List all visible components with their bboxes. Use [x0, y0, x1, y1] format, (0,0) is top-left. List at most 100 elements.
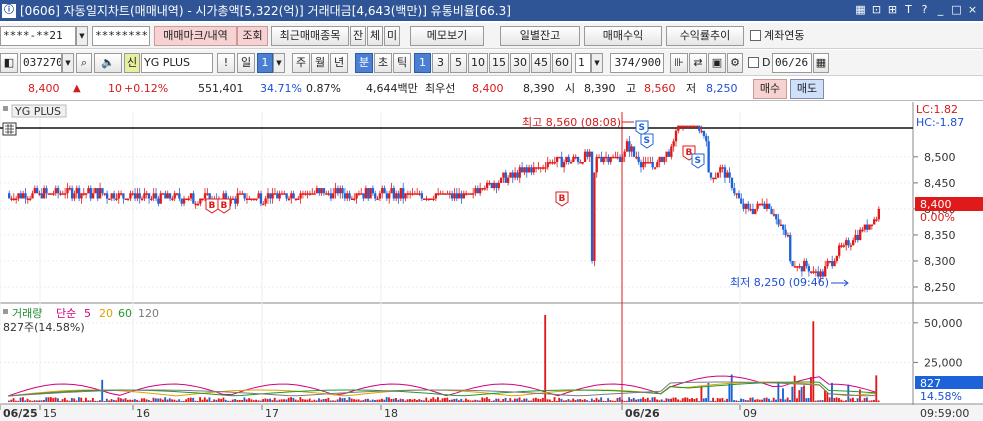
- volume-bar: [607, 398, 610, 402]
- minute-button[interactable]: 분: [355, 53, 373, 73]
- candle: [572, 156, 575, 163]
- period-year-button[interactable]: 년: [330, 53, 348, 73]
- volume-bar: [630, 399, 633, 402]
- chart-svg[interactable]: B BBBSSS YG PLUS 최고 8,560 (08:08) 최저 8,25…: [0, 102, 983, 421]
- price-change: 10: [108, 82, 122, 95]
- settings-icon[interactable]: ⚙: [727, 53, 743, 73]
- memo-button[interactable]: 메모보기: [410, 26, 484, 46]
- password-input[interactable]: ********: [92, 26, 150, 46]
- volume-bar: [450, 399, 453, 402]
- alert-button[interactable]: !: [217, 53, 235, 73]
- inquiry-button[interactable]: 조회: [237, 26, 268, 46]
- volume-bar: [476, 400, 479, 402]
- candle: [721, 167, 724, 169]
- maximize-icon[interactable]: □: [950, 2, 963, 17]
- candle: [868, 224, 871, 230]
- layout-icon[interactable]: ▦: [854, 2, 867, 17]
- chevron-down-icon[interactable]: ▼: [62, 53, 74, 73]
- volume-bar: [161, 399, 164, 402]
- sell-button[interactable]: 매도: [790, 79, 824, 99]
- volume-bar: [49, 397, 52, 402]
- volume-bar: [649, 400, 652, 402]
- account-select[interactable]: ****-**21: [0, 26, 76, 46]
- volume-bar: [441, 398, 444, 402]
- best-bid: 8,390: [523, 82, 555, 95]
- buy-button[interactable]: 매수: [753, 79, 787, 99]
- interval-1[interactable]: 1: [414, 53, 431, 73]
- low-label: 저: [686, 82, 697, 95]
- interval-5[interactable]: 5: [450, 53, 467, 73]
- data-count-field[interactable]: 374/900: [610, 53, 664, 73]
- volume-bar: [59, 400, 62, 402]
- interval-3[interactable]: 3: [432, 53, 449, 73]
- date-checkbox[interactable]: [748, 57, 759, 68]
- ma-5-label: 5: [84, 307, 91, 320]
- volume-bar: [688, 399, 691, 402]
- panel-icon[interactable]: ◧: [0, 53, 18, 73]
- calendar-icon[interactable]: ▦: [813, 53, 829, 73]
- candle: [770, 208, 773, 215]
- interval-60[interactable]: 60: [552, 53, 572, 73]
- second-button[interactable]: 초: [374, 53, 392, 73]
- volume-bar: [138, 400, 141, 402]
- candle: [364, 188, 368, 199]
- candle: [593, 172, 596, 261]
- candle: [301, 193, 305, 195]
- chart-type-icon[interactable]: ⊪: [670, 53, 688, 73]
- candle: [150, 198, 153, 200]
- tick-button[interactable]: 틱: [393, 53, 411, 73]
- unit-input[interactable]: 1: [575, 53, 591, 73]
- interval-15[interactable]: 15: [489, 53, 509, 73]
- chart-area[interactable]: BBBBSSS YG PLUS 최고 8,560 (08:08) 최저 8,25…: [0, 102, 983, 421]
- execution-button[interactable]: 체: [367, 26, 383, 46]
- period-month-button[interactable]: 월: [311, 53, 329, 73]
- link-icon[interactable]: ⊡: [870, 2, 883, 17]
- trade-profit-button[interactable]: 매매수익: [584, 26, 662, 46]
- account-link-checkbox[interactable]: [750, 30, 761, 41]
- account-toolbar: ****-**21 ▼ ******** 매매마크/내역 조회 최근매매종목 잔…: [0, 23, 983, 49]
- chevron-down-icon[interactable]: ▼: [273, 53, 285, 73]
- volume-bar: [721, 397, 724, 402]
- volume-bar: [800, 386, 803, 402]
- period-day-button[interactable]: 일: [237, 53, 255, 73]
- date-input[interactable]: 06/26: [772, 53, 812, 73]
- candle: [772, 214, 776, 216]
- interval-30[interactable]: 30: [510, 53, 530, 73]
- recent-trades-button[interactable]: 최근매매종목: [271, 26, 349, 46]
- stock-code-input[interactable]: 037270: [20, 53, 62, 73]
- volume-bar: [742, 399, 745, 402]
- minimize-icon[interactable]: _: [934, 2, 947, 17]
- arrows-icon[interactable]: ⇄: [689, 53, 707, 73]
- save-icon[interactable]: ▣: [708, 53, 726, 73]
- candle: [614, 156, 617, 159]
- interval-45[interactable]: 45: [531, 53, 551, 73]
- pending-button[interactable]: 미: [384, 26, 400, 46]
- add-window-icon[interactable]: ⊞: [886, 2, 899, 17]
- candle: [861, 229, 864, 232]
- daily-balance-button[interactable]: 일별잔고: [500, 26, 580, 46]
- volume-bar: [418, 399, 421, 402]
- font-icon[interactable]: T: [902, 2, 915, 17]
- help-icon[interactable]: ?: [918, 2, 931, 17]
- interval-10[interactable]: 10: [468, 53, 488, 73]
- stock-name-field[interactable]: YG PLUS: [141, 53, 213, 73]
- period-week-button[interactable]: 주: [292, 53, 310, 73]
- candle: [511, 172, 514, 178]
- candle: [353, 198, 356, 200]
- search-icon[interactable]: ⌕: [76, 53, 92, 73]
- time-label: 06/25: [3, 407, 38, 420]
- period-value[interactable]: 1: [257, 53, 273, 73]
- candle: [145, 193, 148, 195]
- volume-bar: [343, 397, 346, 402]
- sound-icon[interactable]: 🔈: [94, 53, 122, 73]
- candle: [779, 224, 783, 227]
- balance-button[interactable]: 잔: [350, 26, 366, 46]
- chevron-down-icon[interactable]: ▼: [591, 53, 603, 73]
- profit-trend-button[interactable]: 수익률추이: [666, 26, 744, 46]
- trade-mark-button[interactable]: 매매마크/내역: [154, 26, 237, 46]
- close-icon[interactable]: ×: [966, 2, 979, 17]
- volume-bar: [350, 398, 353, 402]
- candle: [789, 234, 792, 261]
- chevron-down-icon[interactable]: ▼: [76, 26, 88, 46]
- volume-bar: [695, 398, 698, 402]
